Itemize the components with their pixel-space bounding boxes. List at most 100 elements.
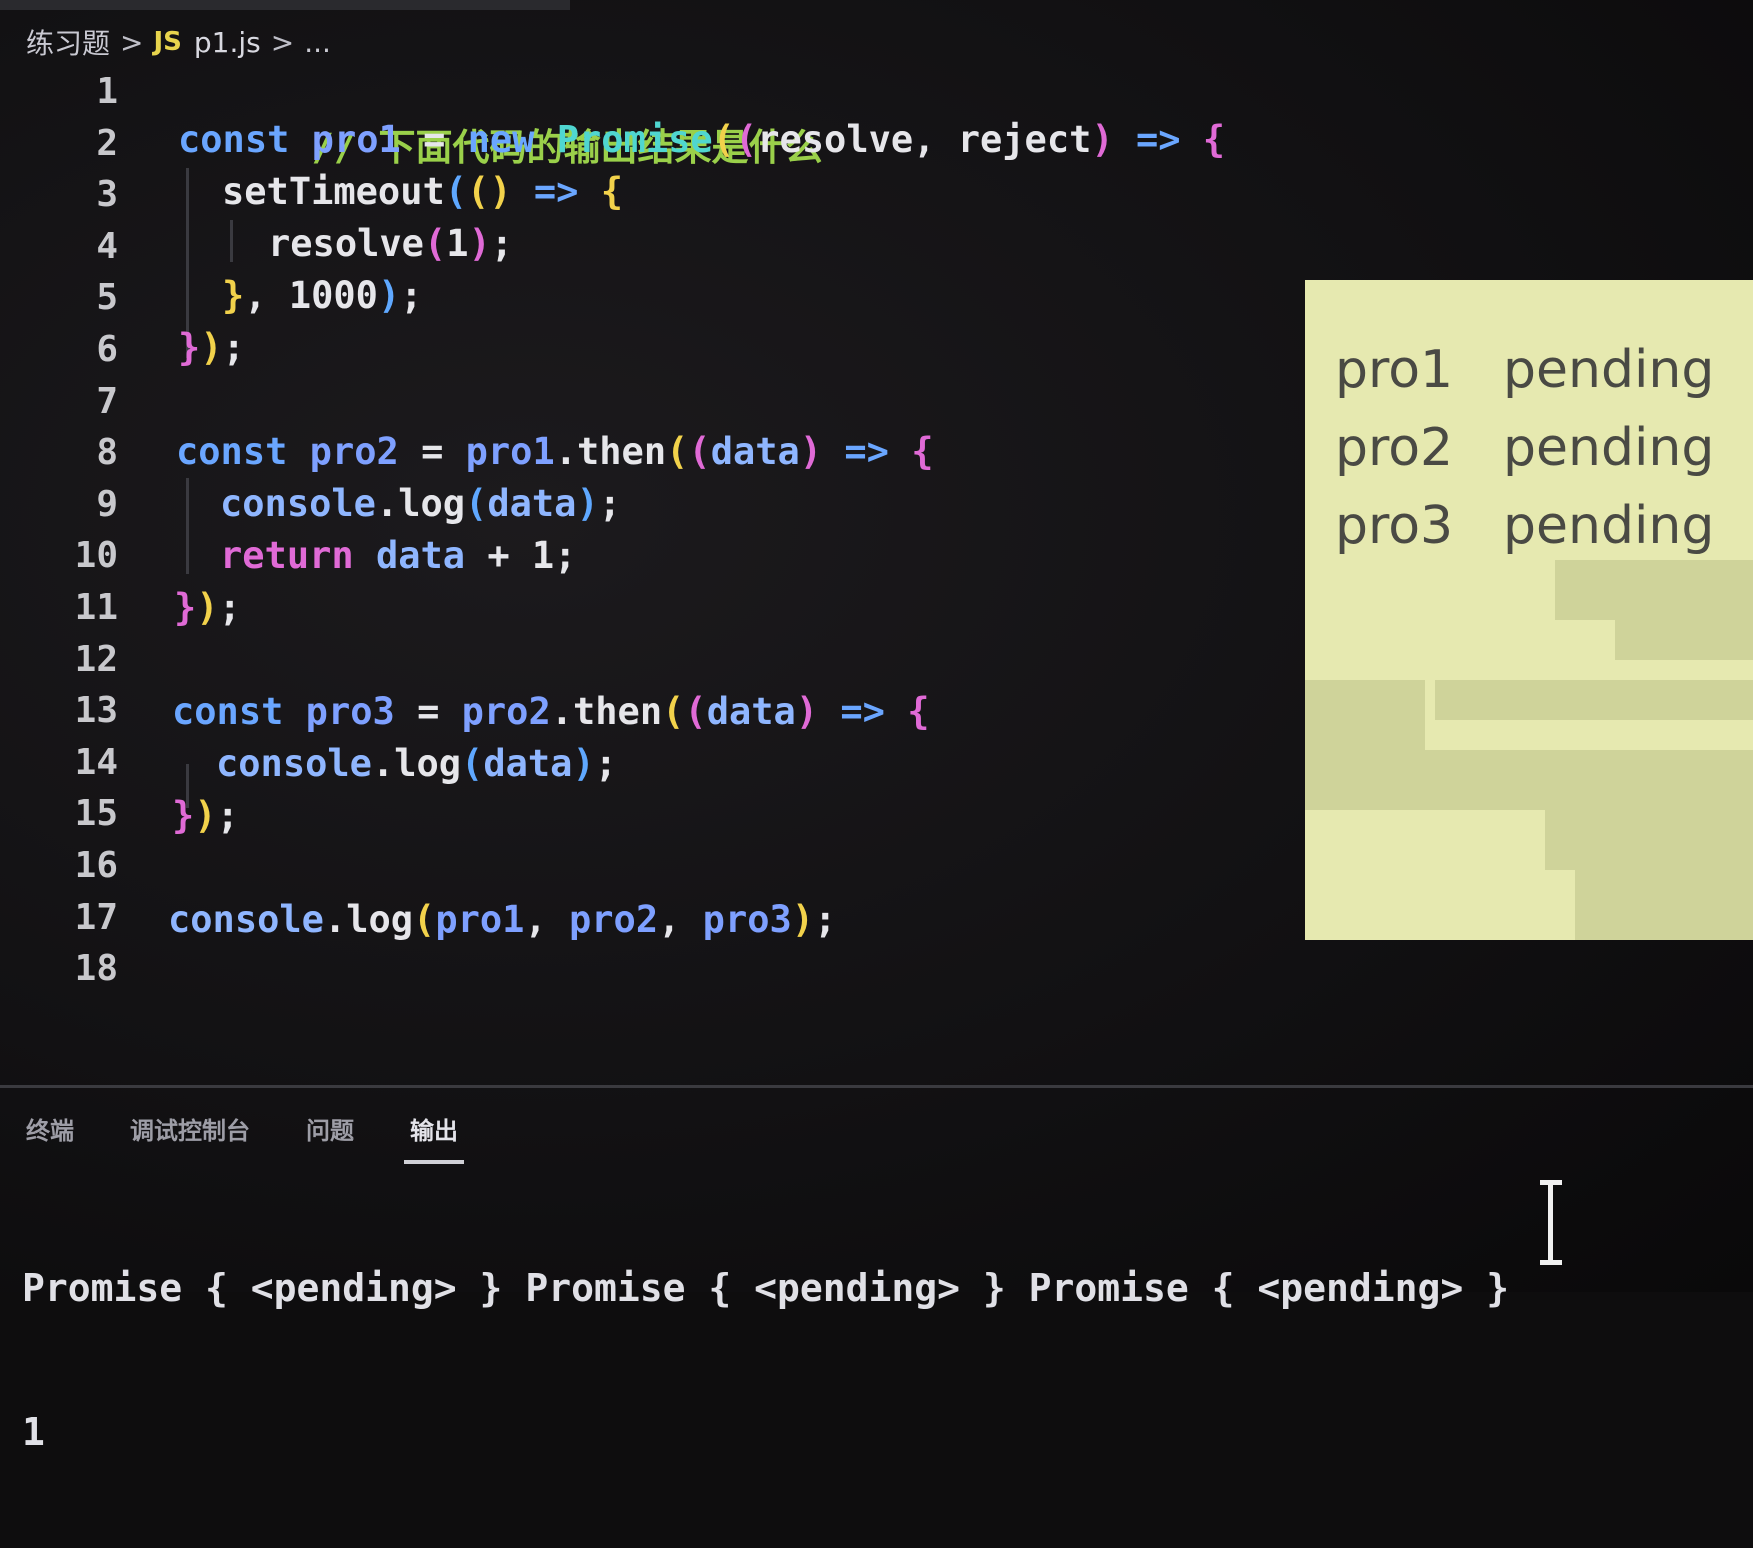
gutter-line[interactable]: 7 <box>0 376 118 428</box>
brace: } <box>178 326 201 369</box>
paren: ) <box>791 898 815 941</box>
identifier: pro1 <box>465 430 555 473</box>
code-line-9[interactable]: console.log(data); <box>220 478 621 530</box>
screen: 练习题 > JS p1.js > ... 1 2 3 4 5 6 7 8 9 10 11 12 13 14… <box>0 0 1753 1454</box>
gutter-line[interactable]: 18 <box>0 943 118 995</box>
breadcrumb-file[interactable]: p1.js <box>194 26 261 59</box>
paren: ) <box>799 430 823 473</box>
tab-terminal[interactable]: 终端 <box>26 1111 74 1152</box>
gutter-line[interactable]: 10 <box>0 530 118 582</box>
line-number: 3 <box>96 174 118 215</box>
method: .log <box>323 898 414 941</box>
breadcrumb-folder[interactable]: 练习题 <box>26 22 110 62</box>
method: .then <box>554 430 667 473</box>
identifier: pro3 <box>305 690 395 733</box>
gutter-line[interactable]: 1 <box>0 66 118 118</box>
paren: ( <box>688 430 711 473</box>
breadcrumb: 练习题 > JS p1.js > ... <box>26 22 331 62</box>
gutter-line[interactable]: 12 <box>0 634 118 686</box>
gutter-line[interactable]: 17 <box>0 892 118 944</box>
note-promise-name: pro3 <box>1335 496 1454 556</box>
keyword: new <box>467 118 535 161</box>
identifier: console <box>220 482 376 525</box>
arrow: => <box>844 430 889 473</box>
function-name: setTimeout <box>222 170 445 213</box>
decorative-shape <box>1435 680 1753 720</box>
text-cursor-icon <box>1540 1178 1562 1268</box>
identifier: console <box>168 898 324 941</box>
gutter-line[interactable]: 11 <box>0 582 118 634</box>
code-line-2[interactable]: const pro1 = new Promise((resolve, rejec… <box>178 114 1225 166</box>
gutter-line[interactable]: 15 <box>0 788 118 840</box>
function-name: resolve <box>268 222 424 265</box>
operator: = <box>421 430 444 473</box>
line-number: 5 <box>96 277 118 318</box>
breadcrumb-more[interactable]: ... <box>304 26 331 59</box>
comma: , <box>524 898 569 941</box>
gutter-line[interactable]: 9 <box>0 479 118 531</box>
paren: ( <box>666 430 689 473</box>
param: data <box>483 742 573 785</box>
line-number: 18 <box>74 948 118 989</box>
tab-debug-console[interactable]: 调试控制台 <box>130 1111 250 1152</box>
keyword: const <box>176 430 288 473</box>
line-number: 17 <box>74 897 118 938</box>
gutter-line[interactable]: 14 <box>0 737 118 789</box>
code-line-14[interactable]: console.log(data); <box>216 738 617 790</box>
gutter-line[interactable]: 4 <box>0 221 118 273</box>
output-line: 1 <box>22 1410 45 1454</box>
gutter-line[interactable]: 5 <box>0 272 118 324</box>
params: resolve, reject <box>757 118 1092 161</box>
output-panel[interactable]: Promise { <pending> } Promise { <pending… <box>22 1172 1509 1548</box>
keyword: return <box>220 534 354 577</box>
note-promise-state: pending <box>1503 418 1715 478</box>
code-line-13[interactable]: const pro3 = pro2.then((data) => { <box>172 686 929 738</box>
code-line-11[interactable]: }); <box>174 582 241 634</box>
brace: { <box>600 170 624 213</box>
gutter-line[interactable]: 13 <box>0 685 118 737</box>
arrow: => <box>533 170 579 213</box>
param: data <box>706 690 796 733</box>
semicolon: ; <box>490 222 514 265</box>
code-line-4[interactable]: resolve(1); <box>268 218 513 270</box>
semicolon: ; <box>598 482 621 525</box>
slide-note-panel: pro1 pending pro2 pending pro3 pending <box>1305 280 1753 940</box>
semicolon: ; <box>814 898 837 941</box>
line-number: 11 <box>74 587 118 628</box>
line-number: 6 <box>96 329 118 370</box>
panel-divider[interactable] <box>0 1085 1753 1088</box>
paren: ( <box>413 898 436 941</box>
line-number: 10 <box>74 535 118 576</box>
note-promise-name: pro1 <box>1335 340 1454 400</box>
chevron-right-icon: > <box>270 25 295 59</box>
tab-problems[interactable]: 问题 <box>306 1111 354 1152</box>
gutter-line[interactable]: 3 <box>0 169 118 221</box>
decorative-shape <box>1305 680 1425 750</box>
code-line-6[interactable]: }); <box>178 322 245 374</box>
decorative-shape <box>1575 870 1753 940</box>
code-line-3[interactable]: setTimeout(() => { <box>222 166 623 218</box>
chevron-right-icon: > <box>120 25 144 59</box>
gutter-line[interactable]: 2 <box>0 118 118 170</box>
paren: ( <box>662 690 685 733</box>
line-number: 1 <box>96 71 118 112</box>
tab-output[interactable]: 输出 <box>404 1111 464 1164</box>
code-line-17[interactable]: console.log(pro1, pro2, pro3); <box>168 894 836 946</box>
gutter-line[interactable]: 8 <box>0 427 118 479</box>
paren: ) <box>572 742 595 785</box>
operator: = <box>417 690 440 733</box>
gutter-line[interactable]: 6 <box>0 324 118 376</box>
decorative-shape <box>1555 560 1753 620</box>
code-line-5[interactable]: }, 1000); <box>222 270 423 322</box>
gutter-line[interactable]: 16 <box>0 840 118 892</box>
code-line-10[interactable]: return data + 1; <box>220 530 576 582</box>
paren: ) <box>377 274 401 317</box>
arrow: => <box>840 690 885 733</box>
code-line-8[interactable]: const pro2 = pro1.then((data) => { <box>176 426 933 478</box>
line-number: 15 <box>74 793 118 834</box>
code-line-15[interactable]: }); <box>172 790 239 842</box>
identifier: pro2 <box>309 430 399 473</box>
method: .log <box>371 742 462 785</box>
line-number: 13 <box>74 690 118 731</box>
paren: ( <box>465 482 488 525</box>
